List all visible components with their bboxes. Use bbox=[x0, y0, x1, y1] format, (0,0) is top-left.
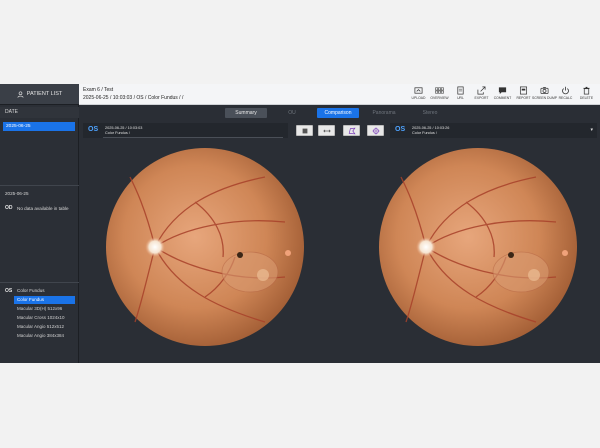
right-pane-eye: OS bbox=[395, 126, 406, 133]
exam-subtitle: 2025-06-25 / 10:03:03 / OS / Color Fundu… bbox=[83, 95, 184, 101]
left-marker[interactable] bbox=[285, 250, 291, 256]
left-pane-header: OS 2025-06-25 / 10:03:03 Color Fundus / bbox=[83, 123, 288, 138]
tab-stereo[interactable]: Stereo bbox=[409, 108, 451, 118]
sidebar: PATIENT LIST DATE 2025-06-25 2025-06-25 … bbox=[0, 84, 79, 363]
grid-icon bbox=[435, 87, 444, 94]
delete-button[interactable]: DELETE bbox=[577, 86, 596, 103]
date-header: DATE bbox=[0, 107, 79, 118]
tab-panorama[interactable]: Panorama bbox=[363, 108, 405, 118]
od-eye-label: OD bbox=[5, 205, 13, 211]
double-arrow-icon bbox=[322, 129, 331, 132]
scan-item-macular-cross[interactable]: Macular Cross 1024x10 bbox=[14, 314, 75, 322]
toolbar: UPLOAD OVERVIEW URL EXPORT COMMENT REPOR… bbox=[409, 86, 596, 103]
upload-label: UPLOAD bbox=[411, 96, 426, 100]
square-tool-button[interactable] bbox=[296, 125, 313, 136]
right-pane-type: Color Fundus / bbox=[412, 131, 437, 135]
overview-button[interactable]: OVERVIEW bbox=[430, 86, 449, 103]
right-pane-datetime: 2025-06-25 / 10:03:26 bbox=[412, 126, 450, 130]
patient-list-button[interactable]: PATIENT LIST bbox=[0, 84, 79, 105]
user-icon bbox=[17, 90, 24, 98]
comment-button[interactable]: COMMENT bbox=[493, 86, 512, 103]
overview-label: OVERVIEW bbox=[430, 96, 449, 100]
comparison-viewer bbox=[79, 140, 600, 363]
polygon-tool-button[interactable] bbox=[343, 125, 360, 136]
exam-header: Exam 6 / Test 2025-06-25 / 10:03:03 / OS… bbox=[79, 84, 600, 105]
url-label: URL bbox=[457, 96, 464, 100]
right-marker[interactable] bbox=[562, 250, 568, 256]
left-pane-divider bbox=[103, 137, 283, 138]
camera-icon bbox=[540, 87, 549, 95]
url-button[interactable]: URL bbox=[451, 86, 470, 103]
screen-dump-button[interactable]: SCREEN DUMP bbox=[531, 86, 558, 103]
export-icon bbox=[477, 86, 486, 95]
view-tabs: Summary OU Comparison Panorama Stereo bbox=[79, 105, 600, 120]
tab-comparison[interactable]: Comparison bbox=[317, 108, 359, 118]
left-pane-type: Color Fundus / bbox=[105, 131, 130, 135]
sync-tool-button[interactable] bbox=[318, 125, 335, 136]
target-icon bbox=[371, 126, 380, 135]
scan-item-macular-angio-512[interactable]: Macular Angio 512x512 bbox=[14, 323, 75, 331]
date-item[interactable]: 2025-06-25 bbox=[3, 122, 75, 131]
scan-item-macular-angio-384[interactable]: Macular Angio 384x384 bbox=[14, 332, 75, 340]
upload-icon bbox=[414, 87, 423, 94]
left-fundus-image[interactable] bbox=[105, 147, 305, 347]
od-section: 2025-06-25 OD No data available in table bbox=[0, 185, 79, 211]
export-button[interactable]: EXPORT bbox=[472, 86, 491, 103]
os-group-label: Color Fundus bbox=[17, 288, 45, 293]
tab-summary[interactable]: Summary bbox=[225, 108, 267, 118]
polygon-icon bbox=[348, 127, 356, 134]
comment-icon bbox=[498, 87, 507, 95]
os-section: OS Color Fundus Color Fundus Macular 3D(… bbox=[0, 282, 79, 338]
comment-label: COMMENT bbox=[493, 96, 512, 100]
tab-ou[interactable]: OU bbox=[271, 108, 313, 118]
recalc-label: RECALC bbox=[558, 96, 573, 100]
scan-item-macular-3d[interactable]: Macular 3D(H) 512x96 bbox=[14, 305, 75, 313]
app-window: PATIENT LIST DATE 2025-06-25 2025-06-25 … bbox=[0, 84, 600, 363]
report-button[interactable]: REPORT bbox=[514, 86, 533, 103]
square-icon bbox=[302, 128, 307, 133]
od-date: 2025-06-25 bbox=[5, 191, 29, 196]
right-pane-dropdown[interactable]: ▾ bbox=[590, 127, 593, 133]
os-eye-label: OS bbox=[5, 288, 13, 294]
power-icon bbox=[562, 86, 569, 95]
report-label: REPORT bbox=[516, 96, 531, 100]
patient-list-label: PATIENT LIST bbox=[26, 91, 63, 97]
delete-label: DELETE bbox=[579, 96, 594, 100]
exam-title: Exam 6 / Test bbox=[83, 87, 114, 93]
left-pane-datetime: 2025-06-25 / 10:03:03 bbox=[105, 126, 143, 130]
right-fundus-image[interactable] bbox=[378, 147, 578, 347]
screen-dump-label: SCREEN DUMP bbox=[531, 96, 558, 100]
trash-icon bbox=[583, 86, 590, 95]
recalc-button[interactable]: RECALC bbox=[556, 86, 575, 103]
left-pane-eye: OS bbox=[88, 126, 99, 133]
right-pane-header: OS 2025-06-25 / 10:03:26 Color Fundus / … bbox=[390, 123, 597, 138]
target-tool-button[interactable] bbox=[367, 125, 384, 136]
report-icon bbox=[519, 86, 528, 95]
scan-item-color-fundus[interactable]: Color Fundus bbox=[14, 296, 75, 304]
upload-button[interactable]: UPLOAD bbox=[409, 86, 428, 103]
od-empty-message: No data available in table bbox=[17, 206, 69, 211]
export-label: EXPORT bbox=[474, 96, 489, 100]
document-icon bbox=[457, 86, 464, 95]
